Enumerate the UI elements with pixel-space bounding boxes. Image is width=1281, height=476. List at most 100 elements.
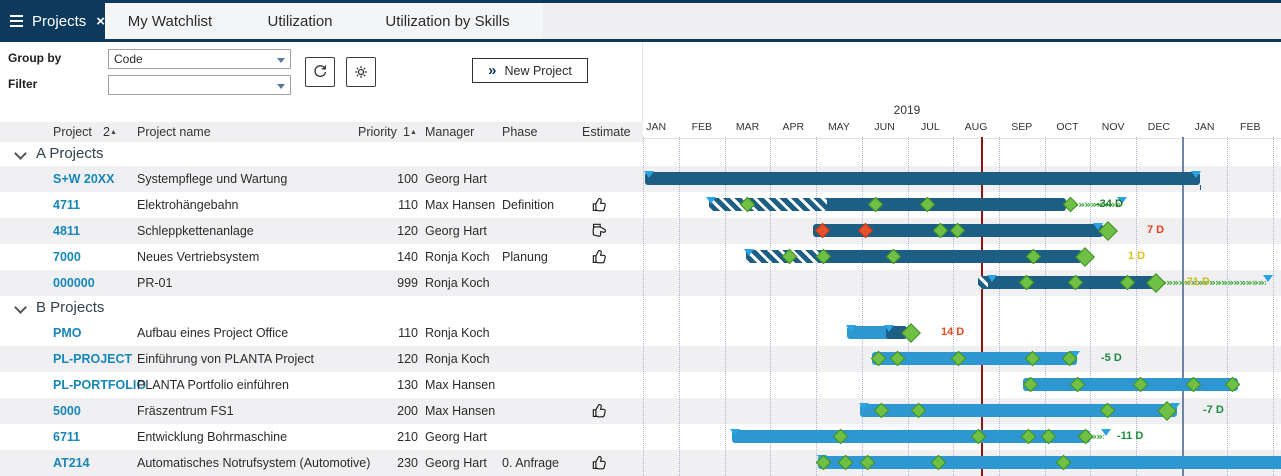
priority-value: 140 bbox=[355, 250, 418, 264]
tab-projects[interactable]: Projects × bbox=[0, 0, 105, 42]
phase-value: Planung bbox=[502, 250, 548, 264]
month-label: DEC bbox=[1143, 121, 1175, 133]
project-name: PLANTA Portfolio einführen bbox=[137, 378, 289, 392]
date-marker-icon bbox=[884, 325, 894, 332]
month-gridline bbox=[1273, 137, 1274, 476]
gantt-canvas: »»»»»»»»»»-34 D7 D1 D»»»»»»»»»»»»»»»»»»»… bbox=[643, 137, 1281, 476]
settings-button[interactable] bbox=[346, 57, 376, 87]
month-gridline bbox=[679, 137, 680, 476]
year-line bbox=[1182, 137, 1184, 476]
col-project-name[interactable]: Project name bbox=[137, 125, 211, 139]
tab-label: Utilization bbox=[267, 13, 332, 30]
project-code-link[interactable]: PL-PORTFOLIO bbox=[53, 378, 146, 392]
new-project-label: New Project bbox=[504, 64, 571, 78]
gear-icon bbox=[352, 63, 370, 81]
project-code-link[interactable]: 5000 bbox=[53, 404, 81, 418]
manager-value: Georg Hart bbox=[425, 456, 487, 470]
month-label: JUN bbox=[869, 121, 901, 133]
manager-value: Ronja Koch bbox=[425, 352, 490, 366]
filter-select[interactable] bbox=[108, 75, 291, 95]
tab-utilization-by-skills[interactable]: Utilization by Skills bbox=[365, 3, 530, 39]
group-label: B Projects bbox=[36, 299, 104, 316]
manager-value: Max Hansen bbox=[425, 378, 495, 392]
priority-value: 110 bbox=[355, 326, 418, 340]
manager-value: Max Hansen bbox=[425, 404, 495, 418]
group-by-select[interactable]: Code bbox=[108, 49, 291, 69]
tab-label: Utilization by Skills bbox=[385, 13, 509, 30]
chevron-down-icon bbox=[277, 84, 285, 89]
month-label: NOV bbox=[1097, 121, 1129, 133]
group-by-value: Code bbox=[114, 52, 143, 66]
tab-utilization[interactable]: Utilization bbox=[243, 3, 357, 39]
manager-value: Georg Hart bbox=[425, 430, 487, 444]
thumb-right-icon bbox=[590, 221, 609, 240]
project-code-link[interactable]: 4811 bbox=[53, 224, 80, 238]
priority-value: 110 bbox=[355, 198, 418, 212]
month-label: AUG bbox=[960, 121, 992, 133]
app-window: Projects × My Watchlist Utilization Util… bbox=[0, 0, 1281, 476]
col-estimate[interactable]: Estimate bbox=[582, 125, 631, 139]
buffer-label: -34 D bbox=[1096, 198, 1123, 211]
delay-arrows: »»»»»»»»»»»»»»»»»»»»»» bbox=[1160, 276, 1266, 289]
filter-label: Filter bbox=[8, 77, 37, 91]
month-label: JAN bbox=[640, 121, 672, 133]
gantt-bar[interactable] bbox=[1023, 378, 1238, 391]
month-gridline bbox=[1045, 137, 1046, 476]
refresh-button[interactable] bbox=[305, 57, 335, 87]
priority-value: 999 bbox=[355, 276, 418, 290]
group-label: A Projects bbox=[36, 145, 104, 162]
month-label: JAN bbox=[1189, 121, 1221, 133]
col-project[interactable]: Project bbox=[53, 125, 92, 139]
month-gridline bbox=[908, 137, 909, 476]
priority-value: 200 bbox=[355, 404, 418, 418]
date-marker-icon bbox=[859, 403, 869, 410]
project-code-link[interactable]: PL-PROJECT bbox=[53, 352, 132, 366]
month-gridline bbox=[770, 137, 771, 476]
project-name: Systempflege und Wartung bbox=[137, 172, 287, 186]
month-label: OCT bbox=[1051, 121, 1083, 133]
col-phase[interactable]: Phase bbox=[502, 125, 537, 139]
col-priority[interactable]: Priority bbox=[358, 125, 397, 139]
priority-value: 210 bbox=[355, 430, 418, 444]
project-name: Schleppkettenanlage bbox=[137, 224, 254, 238]
month-label: MAY bbox=[823, 121, 855, 133]
buffer-label: -5 D bbox=[1101, 352, 1122, 365]
buffer-label: -7 D bbox=[1203, 404, 1224, 417]
group-toggle[interactable] bbox=[14, 147, 27, 160]
manager-value: Ronja Koch bbox=[425, 250, 490, 264]
month-label: JUL bbox=[914, 121, 946, 133]
new-project-button[interactable]: » New Project bbox=[472, 58, 588, 83]
manager-value: Ronja Koch bbox=[425, 326, 490, 340]
date-marker-icon bbox=[644, 171, 654, 178]
priority-value: 230 bbox=[355, 456, 418, 470]
priority-value: 120 bbox=[355, 352, 418, 366]
gantt-bar[interactable] bbox=[645, 172, 1200, 185]
project-code-link[interactable]: 000000 bbox=[53, 276, 95, 290]
chevron-down-icon bbox=[277, 58, 285, 63]
sort-indicator-project: 2▲ bbox=[103, 125, 117, 139]
month-label: FEB bbox=[686, 121, 718, 133]
project-code-link[interactable]: 7000 bbox=[53, 250, 81, 264]
sort-indicator-priority: 1▲ bbox=[403, 125, 417, 139]
month-label: MAR bbox=[732, 121, 764, 133]
project-name: Elektrohängebahn bbox=[137, 198, 238, 212]
project-code-link[interactable]: 6711 bbox=[53, 430, 80, 444]
gantt-bar[interactable] bbox=[732, 430, 1090, 443]
project-code-link[interactable]: PMO bbox=[53, 326, 81, 340]
group-by-label: Group by bbox=[8, 51, 61, 65]
group-toggle[interactable] bbox=[14, 301, 27, 314]
menu-icon[interactable] bbox=[10, 12, 23, 30]
project-code-link[interactable]: S+W 20XX bbox=[53, 172, 115, 186]
not-yet-released-segment bbox=[709, 198, 827, 211]
tab-my-watchlist[interactable]: My Watchlist bbox=[110, 3, 230, 39]
gantt-bar[interactable] bbox=[818, 456, 1281, 469]
project-code-link[interactable]: AT214 bbox=[53, 456, 90, 470]
refresh-icon bbox=[311, 63, 329, 81]
col-manager[interactable]: Manager bbox=[425, 125, 474, 139]
priority-value: 130 bbox=[355, 378, 418, 392]
gantt-bar[interactable] bbox=[860, 404, 1177, 417]
project-code-link[interactable]: 4711 bbox=[53, 198, 80, 212]
today-line bbox=[981, 137, 983, 476]
close-icon[interactable]: × bbox=[96, 13, 105, 30]
phase-value: 0. Anfrage bbox=[502, 456, 559, 470]
